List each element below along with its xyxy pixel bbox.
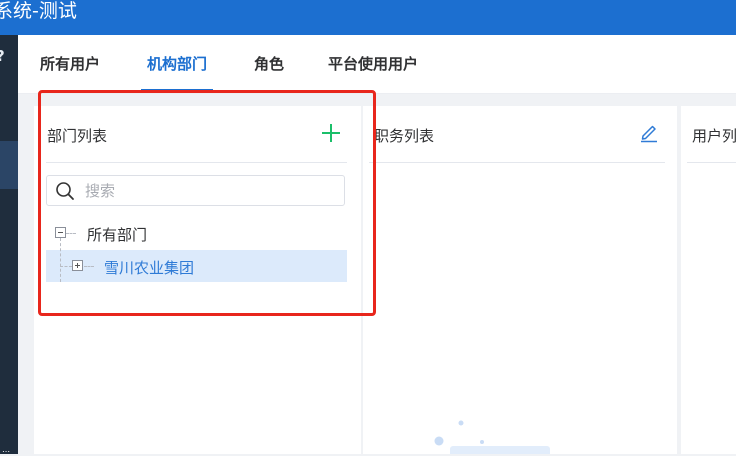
sidebar-more-icon[interactable]: ⋯ [2,447,10,456]
tree-connector [66,233,76,234]
search-icon [56,182,74,200]
job-panel-divider [369,162,665,163]
sidebar-glyph[interactable]: ? [0,47,18,65]
tree-connector [60,266,72,267]
tab-roles[interactable]: 角色 [254,35,284,91]
search-input[interactable] [83,179,337,203]
tab-platform-users[interactable]: 平台使用用户 [328,35,418,91]
job-panel-title: 职务列表 [374,127,435,145]
user-panel: 用户列 [681,106,736,454]
side-navigation: ? ⋯ [0,35,18,456]
tree-connector [60,238,61,282]
department-panel-header: 部门列表 [34,106,361,162]
sidebar-active-item[interactable] [0,141,18,189]
add-department-button[interactable] [320,122,342,144]
job-panel-header: 职务列表 [363,106,677,162]
tab-bar: 所有用户 机构部门 角色 平台使用用户 [18,35,736,94]
app-title: 系统-测试 [0,0,77,22]
empty-state-illustration [434,420,550,454]
user-panel-title: 用户列 [692,127,736,145]
tree-node-child[interactable]: 雪川农业集团 [104,257,194,278]
department-search[interactable] [46,175,345,206]
user-panel-header: 用户列 [681,106,736,162]
app-header: 系统-测试 [0,0,736,35]
edit-icon[interactable] [638,121,660,143]
user-panel-divider [687,162,736,163]
department-panel-title: 部门列表 [47,127,108,145]
tab-all-users[interactable]: 所有用户 [40,35,100,91]
tab-departments[interactable]: 机构部门 [140,35,214,91]
tree-node-root[interactable]: 所有部门 [87,224,147,245]
tree-connector [84,266,94,267]
department-panel-divider [46,162,347,163]
tree-expand-icon[interactable] [72,260,83,271]
tree-collapse-icon[interactable] [55,227,66,238]
job-panel: 职务列表 [363,106,677,454]
